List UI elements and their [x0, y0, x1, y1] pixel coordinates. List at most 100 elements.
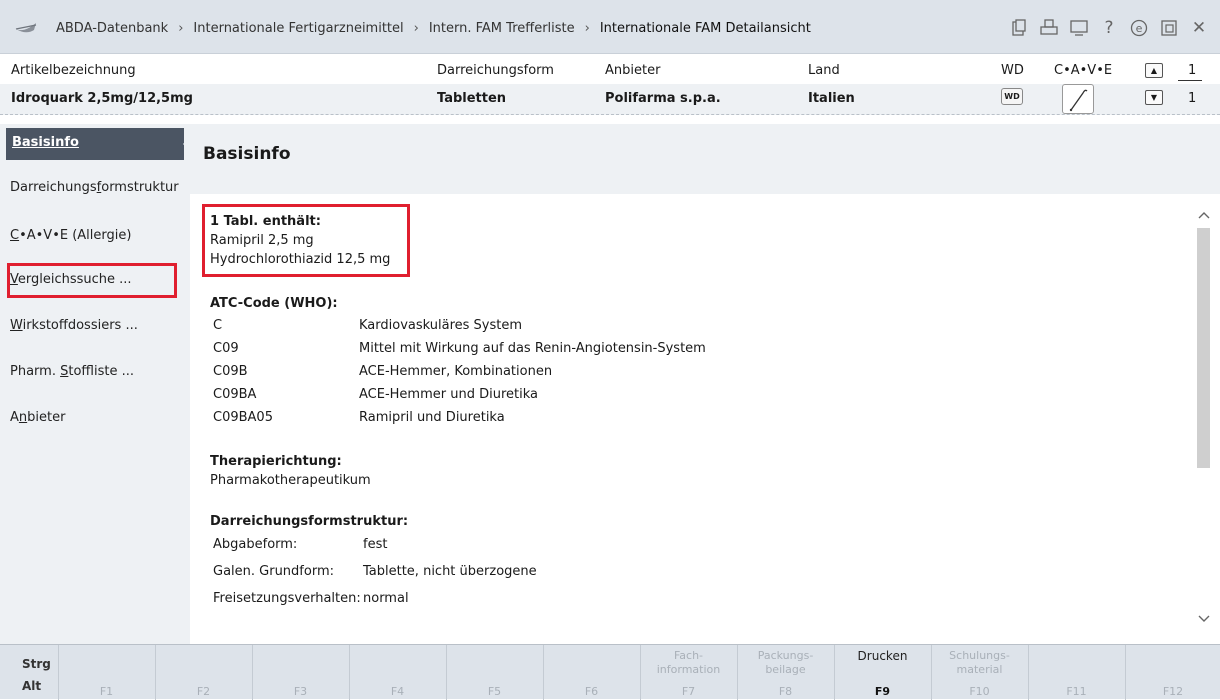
article-provider: Polifarma s.p.a. — [605, 91, 721, 106]
fkey-label: Packungs- beilage — [757, 649, 814, 676]
fkey-number: F11 — [1066, 685, 1087, 698]
fkey-f6[interactable]: F6 — [543, 645, 639, 700]
fkey-f11[interactable]: F11 — [1028, 645, 1124, 700]
sidebar-item-mnemonic: W — [10, 318, 23, 333]
sidebar-item-label: A — [10, 410, 19, 425]
breadcrumb-separator: › — [178, 21, 184, 36]
breadcrumb-item-current: Internationale FAM Detailansicht — [599, 21, 811, 36]
scroll-up-arrow-icon[interactable] — [1197, 208, 1211, 222]
scroll-down-arrow-icon[interactable] — [1197, 612, 1211, 626]
sidebar: Basisinfo Darreichungsformstruktur C•A•V… — [0, 124, 191, 644]
atc-code: C09B — [213, 364, 248, 379]
sidebar-item-wirkstoffdossiers[interactable]: Wirkstoffdossiers ... — [10, 318, 138, 333]
scroll-down-button[interactable]: ▼ — [1145, 90, 1163, 105]
sidebar-item-mnemonic: n — [18, 410, 28, 425]
atc-description: ACE-Hemmer und Diuretika — [359, 387, 538, 402]
fkey-f7-fachinformation[interactable]: Fach- information F7 — [640, 645, 736, 700]
fkey-f10-schulungsmaterial[interactable]: Schulungs- material F10 — [931, 645, 1027, 700]
fkey-number: F8 — [778, 685, 793, 698]
article-header: Artikelbezeichnung Darreichungsform Anbi… — [0, 54, 1220, 121]
atc-code: C09BA05 — [213, 410, 273, 425]
close-icon[interactable]: ✕ — [1184, 16, 1214, 40]
help-icon[interactable]: ? — [1094, 16, 1124, 40]
monitor-icon[interactable] — [1064, 16, 1094, 40]
label-cave: C•A•V•E — [1054, 63, 1113, 78]
wd-badge[interactable]: WD — [1001, 88, 1023, 105]
sidebar-item-basisinfo[interactable]: Basisinfo — [6, 128, 184, 160]
highlight-box — [7, 263, 177, 298]
fkey-f1[interactable]: F1 — [58, 645, 154, 700]
title-bar: ABDA-Datenbank › Internationale Fertigar… — [0, 0, 1220, 54]
sidebar-item-label: Pharm. — [10, 364, 61, 379]
highlight-box — [202, 204, 410, 277]
article-dosage-form: Tabletten — [437, 91, 507, 106]
modifier-strg: Strg — [22, 657, 51, 671]
e-icon[interactable]: e — [1124, 16, 1154, 40]
fkey-f9-drucken[interactable]: Drucken F9 — [834, 645, 930, 700]
page-title: Basisinfo — [203, 144, 291, 164]
fkey-f4[interactable]: F4 — [349, 645, 445, 700]
atc-description: Kardiovaskuläres System — [359, 318, 523, 333]
article-header-labels: Artikelbezeichnung Darreichungsform Anbi… — [0, 56, 1220, 86]
atc-description: ACE-Hemmer, Kombinationen — [359, 364, 553, 379]
scroll-up-button[interactable]: ▲ — [1145, 63, 1163, 78]
svg-text:e: e — [1136, 22, 1143, 35]
sidebar-item-label: toffliste ... — [68, 364, 134, 379]
label-dosage-form: Darreichungsform — [437, 63, 554, 78]
fkey-f5[interactable]: F5 — [446, 645, 542, 700]
fkey-number: F9 — [874, 685, 891, 698]
modifier-keys: Strg Alt — [0, 645, 58, 700]
fkey-f2[interactable]: F2 — [155, 645, 251, 700]
sidebar-item-darreichungsformstruktur[interactable]: Darreichungsformstruktur — [10, 180, 179, 195]
form-label: Galen. Grundform: — [213, 564, 334, 579]
breadcrumb-item-intl-fam[interactable]: Internationale Fertigarzneimittel — [193, 21, 403, 36]
fkey-number: F10 — [969, 685, 990, 698]
fkey-number: F3 — [293, 685, 308, 698]
fkey-number: F6 — [584, 685, 599, 698]
sidebar-item-anbieter[interactable]: Anbieter — [10, 410, 65, 425]
scrollbar-thumb[interactable] — [1197, 228, 1210, 468]
modifier-alt: Alt — [22, 679, 42, 693]
form-label: Freisetzungsverhalten: — [213, 591, 361, 606]
therapy-heading: Therapierichtung: — [210, 454, 342, 469]
sidebar-item-label: Basisinfo — [12, 135, 79, 150]
breadcrumb: ABDA-Datenbank › Internationale Fertigar… — [56, 21, 811, 36]
sidebar-item-mnemonic: C — [10, 228, 20, 243]
label-provider: Anbieter — [605, 63, 661, 78]
toolbar-icons: ? e ✕ — [1004, 16, 1214, 40]
fkey-f12[interactable]: F12 — [1125, 645, 1220, 700]
content-header: Basisinfo — [190, 124, 1220, 194]
fkey-number: F2 — [196, 685, 211, 698]
breadcrumb-separator: › — [413, 21, 419, 36]
atc-description: Mittel mit Wirkung auf das Renin-Angiote… — [359, 341, 706, 356]
atc-code: C — [213, 318, 223, 333]
atc-code: C09 — [213, 341, 239, 356]
fkey-number: F4 — [390, 685, 405, 698]
fkey-number: F12 — [1162, 685, 1184, 698]
form-heading: Darreichungsformstruktur: — [210, 514, 409, 529]
form-value: Tablette, nicht überzogene — [363, 564, 537, 579]
sidebar-item-label: Darreichungs — [10, 180, 97, 195]
form-value: fest — [363, 537, 388, 552]
cave-icon[interactable] — [1062, 84, 1094, 114]
fkey-number: F7 — [681, 685, 696, 698]
article-country: Italien — [808, 91, 855, 106]
fkey-number: F1 — [99, 685, 114, 698]
therapy-value: Pharmakotherapeutikum — [210, 473, 371, 488]
back-arrow-icon[interactable] — [14, 21, 38, 35]
breadcrumb-item-trefferliste[interactable]: Intern. FAM Trefferliste — [429, 21, 575, 36]
fkey-label: Schulungs- material — [949, 649, 1010, 676]
sidebar-item-cave-allergie[interactable]: C•A•V•E (Allergie) — [10, 228, 131, 243]
function-key-bar: Strg Alt F1 F2 F3 F4 F5 F6 Fach- informa… — [0, 644, 1220, 700]
sidebar-item-label: irkstoffdossiers ... — [22, 318, 138, 333]
fkey-f8-packungsbeilage[interactable]: Packungs- beilage F8 — [737, 645, 833, 700]
breadcrumb-item-abda[interactable]: ABDA-Datenbank — [56, 21, 168, 36]
sidebar-item-stoffliste[interactable]: Pharm. Stoffliste ... — [10, 364, 134, 379]
fkey-f3[interactable]: F3 — [252, 645, 348, 700]
breadcrumb-separator: › — [584, 21, 590, 36]
counter-bottom: 1 — [1188, 91, 1197, 106]
printer-icon[interactable] — [1034, 16, 1064, 40]
window-icon[interactable] — [1154, 16, 1184, 40]
article-header-values[interactable]: Idroquark 2,5mg/12,5mg Tabletten Polifar… — [0, 84, 1220, 115]
clipboard-icon[interactable] — [1004, 16, 1034, 40]
